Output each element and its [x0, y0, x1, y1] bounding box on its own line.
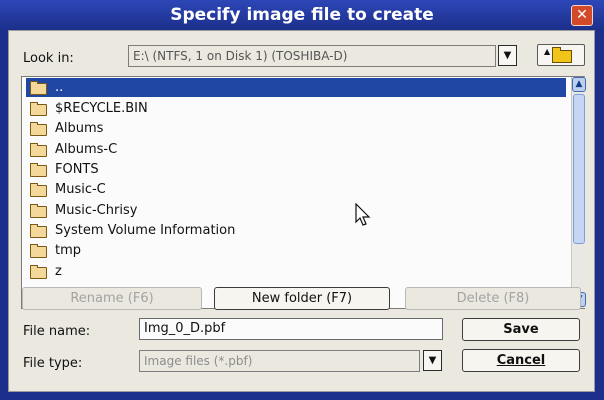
list-item-label: $RECYCLE.BIN — [55, 101, 148, 116]
list-item-label: .. — [55, 80, 64, 95]
folder-up-icon — [552, 47, 572, 63]
up-one-level-button[interactable]: ▲ — [537, 44, 585, 66]
folder-icon — [30, 224, 47, 238]
new-folder-button[interactable]: New folder (F7) — [214, 287, 390, 310]
scroll-up-button[interactable]: ▲ — [572, 77, 586, 92]
list-item[interactable]: Albums — [26, 119, 566, 138]
scroll-thumb[interactable] — [573, 94, 585, 244]
folder-icon — [30, 244, 47, 258]
list-item-label: Albums — [55, 121, 104, 136]
up-arrow-icon: ▲ — [544, 47, 551, 56]
list-item-label: z — [55, 264, 62, 279]
list-item[interactable]: tmp — [26, 241, 566, 260]
mouse-pointer-icon — [355, 203, 371, 226]
folder-icon — [30, 204, 47, 218]
file-type-select[interactable]: Image files (*.pbf) — [139, 350, 420, 372]
file-name-input[interactable]: Img_0_D.pbf — [139, 318, 443, 340]
folder-icon — [30, 163, 47, 177]
list-item[interactable]: Albums-C — [26, 140, 566, 159]
file-type-dropdown-button[interactable]: ▼ — [423, 350, 442, 371]
file-type-value: Image files (*.pbf) — [144, 354, 253, 368]
list-item[interactable]: System Volume Information — [26, 221, 566, 240]
folder-icon — [30, 143, 47, 157]
save-button[interactable]: Save — [462, 318, 580, 341]
file-list[interactable]: .. $RECYCLE.BIN Albums Albums-C FONTS Mu… — [21, 76, 586, 309]
look-in-combo[interactable]: E:\ (NTFS, 1 on Disk 1) (TOSHIBA-D) — [128, 45, 496, 67]
folder-icon — [30, 183, 47, 197]
folder-icon — [30, 102, 47, 116]
cancel-button[interactable]: Cancel — [462, 349, 580, 372]
chevron-down-icon: ▼ — [503, 50, 512, 61]
rename-button[interactable]: Rename (F6) — [22, 287, 202, 310]
delete-button[interactable]: Delete (F8) — [405, 287, 581, 310]
vertical-scrollbar[interactable]: ▲ ▼ — [571, 77, 586, 308]
file-name-label: File name: — [23, 324, 91, 339]
folder-icon — [30, 81, 47, 95]
look-in-dropdown-button[interactable]: ▼ — [498, 45, 517, 66]
chevron-down-icon: ▼ — [428, 355, 437, 366]
list-item[interactable]: FONTS — [26, 160, 566, 179]
list-item[interactable]: Music-C — [26, 180, 566, 199]
close-button[interactable]: ✕ — [571, 5, 593, 26]
look-in-value: E:\ (NTFS, 1 on Disk 1) (TOSHIBA-D) — [133, 49, 348, 63]
list-item-label: Albums-C — [55, 142, 118, 157]
list-item-label: tmp — [55, 243, 82, 258]
look-in-label: Look in: — [23, 51, 74, 66]
window-title: Specify image file to create — [170, 5, 434, 25]
folder-icon — [30, 265, 47, 279]
list-item-label: System Volume Information — [55, 223, 236, 238]
list-item[interactable]: z — [26, 262, 566, 281]
list-item-label: FONTS — [55, 162, 99, 177]
close-icon: ✕ — [576, 7, 588, 23]
list-item[interactable]: .. — [26, 78, 566, 97]
chevron-up-icon: ▲ — [575, 79, 583, 89]
list-item-label: Music-C — [55, 182, 106, 197]
list-item-label: Music-Chrisy — [55, 203, 138, 218]
list-item[interactable]: Music-Chrisy — [26, 201, 566, 220]
title-bar: Specify image file to create ✕ — [0, 0, 604, 30]
file-type-label: File type: — [23, 356, 83, 371]
list-item[interactable]: $RECYCLE.BIN — [26, 99, 566, 118]
folder-icon — [30, 122, 47, 136]
